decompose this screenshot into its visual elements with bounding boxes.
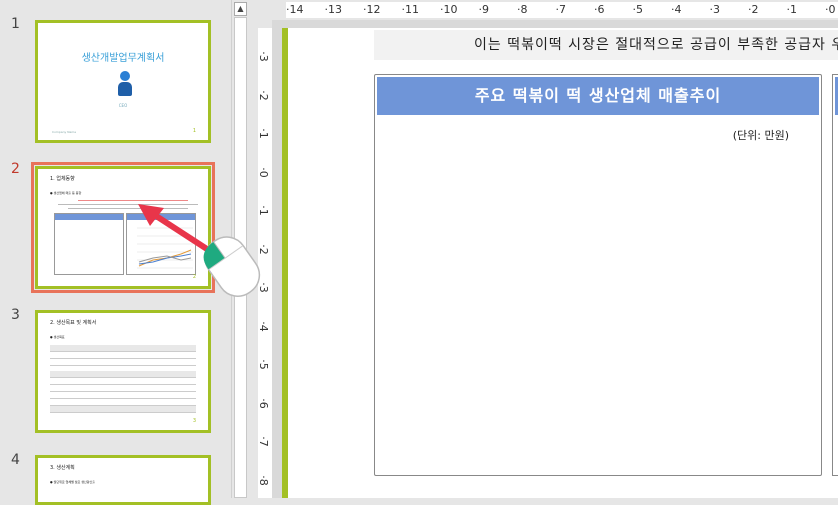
slide-3-page: 3 (192, 418, 196, 424)
ruler-tick-label: ·1 (786, 3, 798, 16)
ruler-tick-label: ·5 (256, 359, 270, 370)
slide-3-title: 2. 생산목표 및 계획서 (50, 320, 97, 326)
ruler-tick-label: ·8 (517, 3, 528, 16)
ruler-tick-label: ·2 (256, 89, 270, 101)
ruler-tick-label: ·9 (478, 3, 490, 16)
person-icon (118, 71, 132, 97)
ruler-tick-label: ·6 (594, 3, 605, 16)
mouse-cursor-icon (203, 236, 261, 297)
ruler-tick-label: ·10 (440, 3, 458, 16)
slide-4-title: 3. 생산계획 (50, 465, 75, 471)
slide-2-left-chart (54, 213, 124, 275)
drag-arrow-overlay (138, 204, 261, 297)
chart-placeholder-box[interactable]: 주요 떡볶이 떡 생산업체 매출추이 (단위: 만원) (374, 74, 822, 476)
slide-4-bullet: ● 월단위로 업체별 필요 생산량산출 (50, 480, 96, 484)
slide-body-text[interactable]: 이는 떡볶이떡 시장은 절대적으로 공급이 부족한 공급자 우선 (374, 30, 838, 60)
ruler-tick-label: ·11 (401, 3, 420, 16)
slide-2-bullet: ● 생산업체 매출 등 동향 (50, 191, 82, 195)
ruler-tick-label: ·6 (256, 397, 270, 409)
slide-edit-area[interactable]: 이는 떡볶이떡 시장은 절대적으로 공급이 부족한 공급자 우선 주요 떡볶이 … (282, 28, 838, 498)
slide-2-title: 1. 업체동향 (50, 176, 75, 182)
slide-1-page: 1 (192, 128, 196, 134)
ruler-tick-label: ·5 (632, 3, 644, 16)
scroll-up-arrow-icon[interactable]: ▲ (234, 2, 247, 16)
slide-thumbnail-1[interactable]: 생산개발업무계획서 CEO Company Name 1 (35, 20, 211, 143)
table-row (50, 399, 196, 406)
ruler-tick-label: ·13 (324, 3, 343, 16)
ruler-tick-label: ·0 (256, 166, 270, 178)
ruler-tick-label: ·4 (671, 3, 682, 16)
ruler-tick-label: ·0 (825, 3, 836, 16)
ruler-tick-label: ·12 (363, 3, 381, 16)
slide-3-bullet: ● 생산목표 (50, 335, 65, 339)
table-row (50, 345, 196, 352)
slide-1-footer: Company Name (52, 130, 77, 134)
chart-title: 주요 떡볶이 떡 생산업체 매출추이 (377, 77, 819, 115)
ruler-tick-label: ·7 (256, 436, 270, 447)
table-row (50, 385, 196, 392)
slide-number-2: 2 (11, 161, 20, 177)
slide-number-3: 3 (11, 307, 20, 323)
slide-1-title: 생산개발업무계획서 (81, 53, 165, 64)
table-row (50, 359, 196, 366)
ruler-tick-label: ·3 (709, 3, 721, 16)
slide-editor-canvas[interactable]: 이는 떡볶이떡 시장은 절대적으로 공급이 부족한 공급자 우선 주요 떡볶이 … (272, 20, 838, 498)
table-row (50, 392, 196, 399)
table-row (50, 378, 196, 385)
table-row (50, 406, 196, 413)
ruler-tick-label: ·3 (256, 51, 270, 62)
second-chart-box[interactable] (832, 74, 838, 476)
ruler-tick-label: ·7 (555, 3, 567, 16)
slide-accent-bar (282, 28, 288, 498)
ruler-tick-label: ·4 (256, 320, 270, 332)
slide-number-1: 1 (11, 16, 20, 32)
table-row (50, 352, 196, 359)
slide-1-subtitle: CEO (118, 103, 128, 108)
chart-unit-label: (단위: 만원) (732, 129, 789, 142)
ruler-tick-label: ·14 (286, 3, 304, 16)
ruler-tick-label: ·2 (748, 3, 759, 16)
table-row (50, 371, 196, 378)
slide-thumbnail-3[interactable]: 2. 생산목표 및 계획서 ● 생산목표 3 (35, 310, 211, 433)
slide-number-4: 4 (11, 452, 20, 468)
ruler-tick-label: ·8 (256, 474, 270, 486)
horizontal-ruler[interactable]: ·14·13·12·11·10·9·8·7·6·5·4·3·2·1·0·1 (252, 0, 838, 20)
ruler-tick-label: ·1 (256, 128, 270, 139)
